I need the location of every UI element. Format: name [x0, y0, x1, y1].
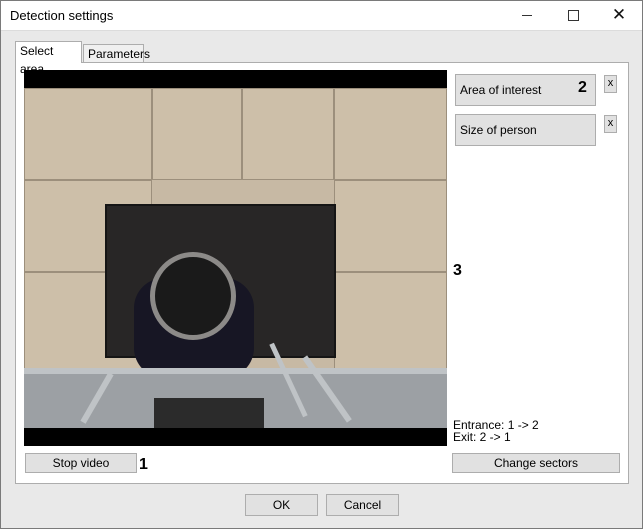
- size-of-person-label: Size of person: [460, 123, 537, 137]
- remove-area-button[interactable]: x: [604, 75, 617, 93]
- rail-horizontal: [24, 368, 447, 374]
- floor-tile: [334, 272, 447, 374]
- exit-direction-text: Exit: 2 -> 1: [453, 430, 511, 444]
- floor-tile: [334, 88, 447, 180]
- callout-1: 1: [139, 456, 148, 473]
- tab-select-area[interactable]: Select area: [15, 41, 82, 76]
- maximize-button[interactable]: [550, 1, 596, 30]
- minimize-button[interactable]: [504, 1, 550, 30]
- camera-frame: [24, 88, 447, 428]
- change-sectors-button[interactable]: Change sectors: [452, 453, 620, 473]
- size-of-person-button[interactable]: Size of person: [455, 114, 596, 146]
- close-icon: ✕: [611, 5, 627, 25]
- ok-button[interactable]: OK: [245, 494, 318, 516]
- maximize-icon: [567, 10, 579, 21]
- callout-3: 3: [453, 262, 462, 279]
- title-bar: Detection settings ✕: [1, 1, 642, 31]
- area-of-interest-label: Area of interest: [460, 83, 542, 97]
- minimize-icon: [522, 15, 532, 16]
- floor-tile: [152, 88, 242, 180]
- close-button[interactable]: ✕: [596, 1, 642, 30]
- stop-video-button[interactable]: Stop video: [25, 453, 137, 473]
- floor-tile: [242, 88, 334, 180]
- floor-tile: [334, 180, 447, 272]
- person-head: [150, 252, 236, 340]
- area-of-interest-button[interactable]: Area of interest: [455, 74, 596, 106]
- tab-parameters[interactable]: Parameters: [83, 44, 150, 63]
- detection-settings-window: Detection settings ✕ Parameters Select a…: [0, 0, 643, 529]
- video-preview[interactable]: [24, 70, 447, 446]
- remove-size-button[interactable]: x: [604, 115, 617, 133]
- callout-2: 2: [578, 79, 587, 96]
- window-title: Detection settings: [10, 8, 114, 23]
- floor-shadow: [154, 398, 264, 428]
- cancel-button[interactable]: Cancel: [326, 494, 399, 516]
- floor-tile: [24, 88, 152, 180]
